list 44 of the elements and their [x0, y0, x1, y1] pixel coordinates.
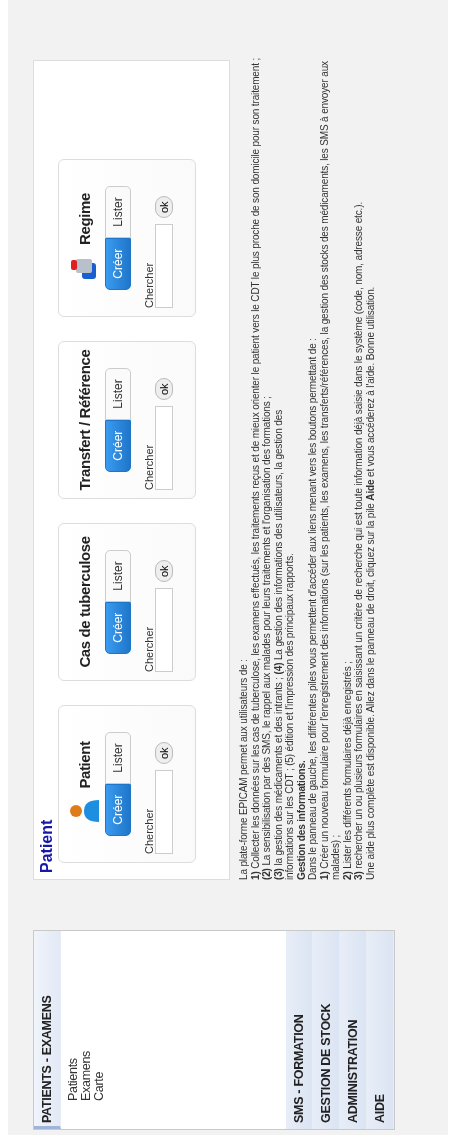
create-button[interactable]: Créer — [105, 783, 131, 836]
sidebar-link[interactable]: Examens — [80, 931, 93, 1101]
create-button[interactable]: Créer — [105, 601, 131, 654]
card-title: Cas de tuberculose — [75, 536, 93, 668]
paragraph: 1) Collecter les données sur les cas de tuberculose, les examens effectués, les traitements reçus et de mieux orienter le patient vers le CDT le plus proche de son domicile pour son traitement ; — [249, 56, 261, 880]
list-button[interactable]: Lister — [105, 550, 131, 602]
search-field[interactable] — [155, 224, 173, 308]
search-label: Chercher — [143, 807, 155, 854]
list-button[interactable]: Lister — [105, 732, 131, 784]
card-title: Transfert / Référence — [75, 349, 93, 491]
search-field[interactable] — [155, 588, 173, 672]
search-label: Chercher — [143, 625, 155, 672]
search-field[interactable] — [155, 406, 173, 490]
sidebar-link[interactable]: Carte — [93, 931, 106, 1101]
paragraph: (2) La sensibilisation par des SMS, le rappel aux malades pour leurs traitements et l'organisation des formations ; — [261, 395, 273, 880]
accordion-header[interactable]: ADMINISTRATION — [340, 931, 367, 1129]
sidebar-link[interactable]: Patients — [67, 931, 80, 1101]
list-button[interactable]: Lister — [105, 186, 131, 238]
paragraph: 3) rechercher un ou plusieurs formulaires en saisissant un critère de recherche qui est toute information déjà saisie dans le système (code, nom, adresse etc.). — [353, 201, 365, 880]
ok-button[interactable]: ok — [155, 378, 173, 400]
paragraph: La plate-forme EPICAM permet aux utilisateurs de : — [238, 658, 250, 880]
paragraph: (3) la gestion des médicaments et des intrants ; (4) La gestion des informations des utilisateurs, la gestion des — [272, 409, 284, 880]
card-title: Patient — [75, 741, 93, 789]
ok-button[interactable]: ok — [155, 560, 173, 582]
list-button[interactable]: Lister — [105, 368, 131, 420]
ok-button[interactable]: ok — [155, 196, 173, 218]
paragraph: 1) Créer un nouveau formulaire pour l'enregistrement des informations (sur les patients, les examens, les transferts/références, la gestion des stocks des médicaments, les SMS à envoyer aux malades) ; — [318, 60, 342, 880]
search-field[interactable] — [155, 770, 173, 854]
paragraph: Dans le panneau de gauche, les différentes piles vous permettent d'accéder aux liens menant vers les boutons permettant de : — [307, 337, 319, 880]
accordion-header[interactable]: SMS - FORMATION — [286, 931, 313, 1129]
create-button[interactable]: Créer — [105, 237, 131, 290]
accordion-header[interactable]: PATIENTS - EXAMENS — [34, 931, 61, 1129]
search-label: Chercher — [143, 443, 155, 490]
ok-button[interactable]: ok — [155, 742, 173, 764]
card-title: Regime — [75, 193, 93, 245]
paragraph: informations sur les CDT ; (5) édition et l'impression des principaux rapports. — [284, 552, 296, 880]
search-label: Chercher — [143, 261, 155, 308]
panel-title: Patient — [37, 818, 56, 873]
paragraph: Une aide plus complète est disponible. Allez dans le panneau de droit, cliquez sur la pile Aide et vous accéderez à l'aide. Bonne utilisation. — [364, 285, 376, 880]
section-heading: Gestion des informations. — [295, 759, 307, 880]
create-button[interactable]: Créer — [105, 419, 131, 472]
paragraph: 2) Lister les différents formulaires déjà enregistrés ; — [341, 660, 353, 880]
accordion-header[interactable]: AIDE — [367, 931, 394, 1129]
accordion-header[interactable]: GESTION DE STOCK — [313, 931, 340, 1129]
